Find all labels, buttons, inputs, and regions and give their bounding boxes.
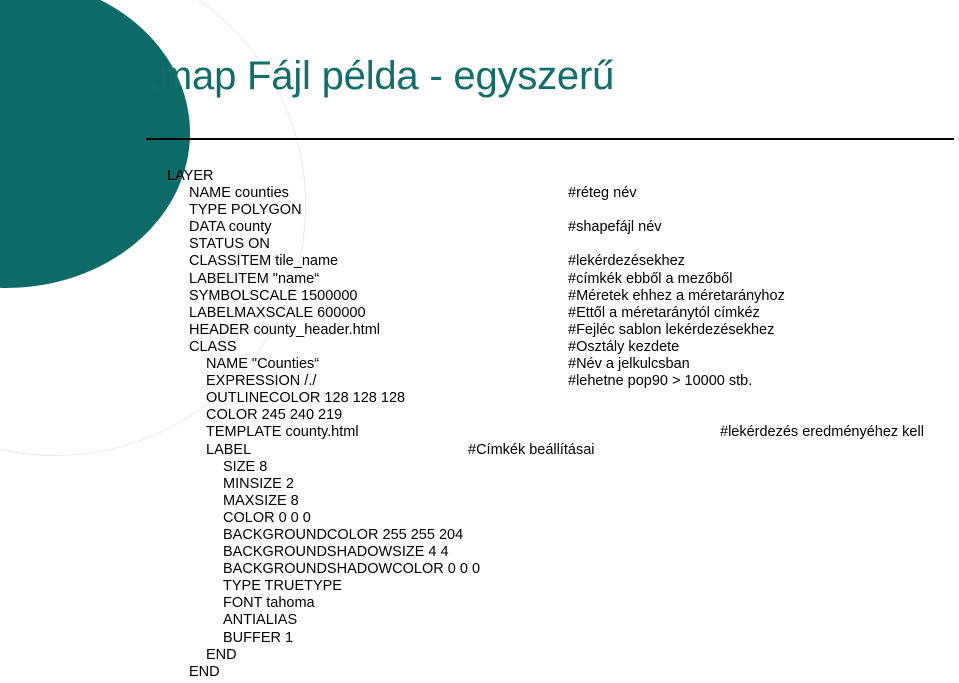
code-line: COLOR 0 0 0 bbox=[0, 510, 959, 527]
code-text: LAYER bbox=[167, 168, 214, 184]
code-comment: #Méretek ehhez a méretarányhoz bbox=[568, 287, 785, 304]
code-line: LABELMAXSCALE 600000 #Ettől a méretarányt… bbox=[0, 305, 959, 322]
code-text: NAME counties bbox=[189, 185, 289, 202]
code-comment: #Címkék beállításai bbox=[468, 441, 595, 458]
code-text: CLASSITEM tile_name bbox=[189, 253, 339, 270]
code-text: COLOR 245 240 219 bbox=[206, 407, 343, 424]
code-comment: #Ettől a méretaránytól címkéz bbox=[568, 304, 760, 321]
code-line: END bbox=[0, 664, 959, 681]
code-text: DATA county bbox=[189, 219, 272, 236]
code-line: HEADER county_header.html #Fejléc sablon … bbox=[0, 322, 959, 339]
code-comment: #shapefájl név bbox=[568, 219, 662, 236]
code-text: EXPRESSION /./ bbox=[206, 373, 317, 390]
code-line: BACKGROUNDSHADOWCOLOR 0 0 0 bbox=[0, 561, 959, 578]
slide: .map Fájl példa - egyszerű LAYER NAME cou… bbox=[0, 0, 959, 683]
title-divider bbox=[146, 138, 954, 140]
code-text: BUFFER 1 bbox=[223, 629, 294, 646]
code-comment: #lekérdezésekhez bbox=[568, 253, 685, 270]
code-text: OUTLINECOLOR 128 128 128 bbox=[206, 390, 406, 407]
code-text: END bbox=[206, 646, 237, 663]
code-comment: #címkék ebből a mezőből bbox=[568, 270, 733, 287]
code-text: SIZE 8 bbox=[223, 458, 268, 475]
code-line: TEMPLATE county.html #lekérdezés eredmény… bbox=[0, 424, 959, 441]
code-line: ANTIALIAS bbox=[0, 612, 959, 629]
code-comment: #Osztály kezdete bbox=[568, 338, 680, 355]
code-text: ANTIALIAS bbox=[223, 612, 298, 629]
code-text: MAXSIZE 8 bbox=[223, 492, 299, 509]
code-text: HEADER county_header.html bbox=[189, 321, 381, 338]
code-line: BACKGROUNDCOLOR 255 255 204 bbox=[0, 527, 959, 544]
code-line: BUFFER 1 bbox=[0, 630, 959, 647]
code-comment: #réteg név bbox=[568, 185, 637, 202]
code-line: TYPE TRUETYPE bbox=[0, 578, 959, 595]
code-line: END bbox=[0, 647, 959, 664]
code-line: MAXSIZE 8 bbox=[0, 493, 959, 510]
code-line: STATUS ON bbox=[0, 236, 959, 253]
code-text: LABEL bbox=[206, 441, 252, 458]
code-text: TYPE TRUETYPE bbox=[223, 578, 342, 595]
code-line: NAME counties #réteg név bbox=[0, 185, 959, 202]
code-line: OUTLINECOLOR 128 128 128 bbox=[0, 390, 959, 407]
code-text: TYPE POLYGON bbox=[189, 202, 302, 219]
code-text: BACKGROUNDSHADOWCOLOR 0 0 0 bbox=[223, 561, 481, 578]
code-text: TEMPLATE county.html bbox=[206, 424, 359, 441]
code-line: DATA county #shapefájl név bbox=[0, 219, 959, 236]
code-text: NAME "Counties“ bbox=[206, 356, 320, 373]
code-text: LABELMAXSCALE 600000 bbox=[189, 304, 366, 321]
code-text: BACKGROUNDCOLOR 255 255 204 bbox=[223, 526, 464, 543]
code-text: FONT tahoma bbox=[223, 595, 315, 612]
code-text: SYMBOLSCALE 1500000 bbox=[189, 287, 358, 304]
code-comment: #Név a jelkulcsban bbox=[568, 356, 690, 373]
code-text: STATUS ON bbox=[189, 236, 270, 253]
code-line: LABELITEM "name“ #címkék ebből a mezőből bbox=[0, 271, 959, 288]
code-line: MINSIZE 2 bbox=[0, 476, 959, 493]
code-line: TYPE POLYGON bbox=[0, 202, 959, 219]
code-line: BACKGROUNDSHADOWSIZE 4 4 bbox=[0, 544, 959, 561]
code-line: SIZE 8 bbox=[0, 459, 959, 476]
page-title: .map Fájl példa - egyszerű bbox=[148, 54, 615, 98]
code-line: SYMBOLSCALE 1500000 #Méretek ehhez a mére… bbox=[0, 288, 959, 305]
code-comment: #lekérdezés eredményéhez kell bbox=[720, 424, 924, 441]
code-text: COLOR 0 0 0 bbox=[223, 509, 311, 526]
code-line: EXPRESSION /./ #lehetne pop90 > 10000 stb… bbox=[0, 373, 959, 390]
code-text: LABELITEM "name“ bbox=[189, 270, 320, 287]
code-comment: #Fejléc sablon lekérdezésekhez bbox=[568, 321, 775, 338]
code-line: FONT tahoma bbox=[0, 595, 959, 612]
code-line: CLASS #Osztály kezdete bbox=[0, 339, 959, 356]
code-listing: LAYER NAME counties #réteg név TYPE POLYGON… bbox=[0, 168, 959, 683]
code-line: NAME "Counties“ #Név a jelkulcsban bbox=[0, 356, 959, 373]
code-line: CLASSITEM tile_name #lekérdezésekhez bbox=[0, 253, 959, 270]
code-comment: #lehetne pop90 > 10000 stb. bbox=[568, 373, 753, 390]
code-text: MINSIZE 2 bbox=[223, 475, 294, 492]
code-line: LABEL #Címkék beállításai bbox=[0, 442, 959, 459]
code-line: LAYER bbox=[0, 168, 959, 185]
code-line: COLOR 245 240 219 bbox=[0, 407, 959, 424]
code-text: CLASS bbox=[189, 338, 237, 355]
code-text: END bbox=[189, 663, 220, 680]
code-text: BACKGROUNDSHADOWSIZE 4 4 bbox=[223, 544, 449, 561]
